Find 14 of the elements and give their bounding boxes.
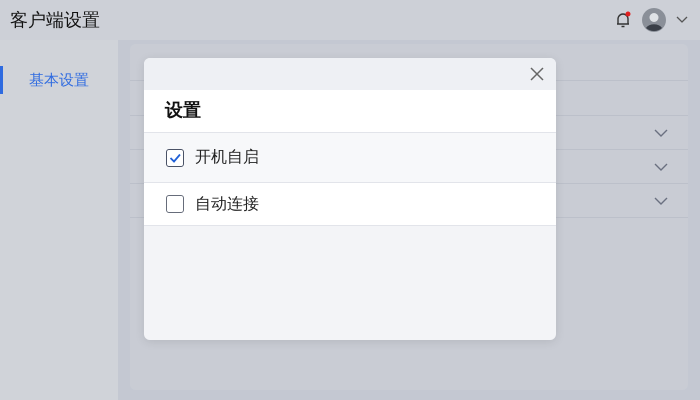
checkbox[interactable] [166, 148, 184, 166]
chevron-icon[interactable] [654, 162, 668, 170]
close-icon[interactable] [530, 67, 544, 81]
chevron-icon[interactable] [654, 128, 668, 136]
bell-icon[interactable] [614, 11, 632, 29]
checkbox[interactable] [166, 195, 184, 213]
avatar-icon[interactable] [642, 8, 666, 32]
chevron-icon[interactable] [654, 196, 668, 204]
dialog-title: 设置 [144, 90, 556, 133]
app-title: 客户端设置 [10, 9, 100, 32]
option-label: 开机自启 [195, 147, 259, 168]
sidebar-item[interactable]: 基本设置 [0, 66, 118, 94]
option-label: 自动连接 [195, 194, 259, 214]
chevron-down-icon[interactable] [676, 16, 688, 24]
